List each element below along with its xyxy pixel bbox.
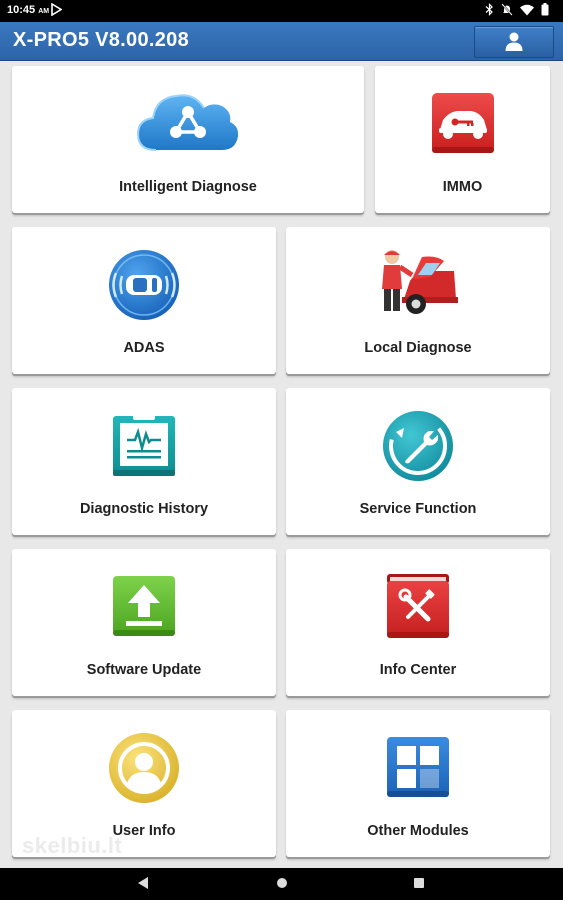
upload-icon xyxy=(112,575,176,642)
user-icon xyxy=(505,32,523,51)
tile-service-function[interactable]: Service Function xyxy=(286,388,550,535)
home-icon[interactable] xyxy=(276,876,288,895)
mechanic-car-icon xyxy=(378,249,458,322)
tile-info-center[interactable]: Info Center xyxy=(286,549,550,696)
wrench-refresh-icon xyxy=(382,410,454,487)
user-button[interactable] xyxy=(474,26,554,58)
tile-diagnostic-history[interactable]: Diagnostic History xyxy=(12,388,276,535)
tools-book-icon xyxy=(386,573,450,644)
tile-adas[interactable]: ADAS xyxy=(12,227,276,374)
tile-local-diagnose[interactable]: Local Diagnose xyxy=(286,227,550,374)
tile-software-update[interactable]: Software Update xyxy=(12,549,276,696)
tile-label: Local Diagnose xyxy=(364,340,472,356)
bluetooth-icon xyxy=(485,3,494,19)
grid-modules-icon xyxy=(386,736,450,803)
tile-label: IMMO xyxy=(442,179,483,195)
status-bar: 10:45 AM xyxy=(0,0,563,22)
wifi-icon xyxy=(520,4,534,19)
battery-icon xyxy=(541,3,549,19)
tile-label: Software Update xyxy=(86,662,202,678)
mute-icon xyxy=(501,3,513,19)
clipboard-waveform-icon xyxy=(111,412,177,483)
cloud-share-icon xyxy=(136,88,240,159)
status-time: 10:45 AM xyxy=(7,4,50,16)
tile-label: Intelligent Diagnose xyxy=(119,179,257,195)
tile-label: Diagnostic History xyxy=(79,501,209,517)
navigation-bar xyxy=(0,868,563,900)
user-circle-icon xyxy=(108,732,180,809)
play-store-icon xyxy=(50,2,63,19)
car-key-icon xyxy=(431,92,495,159)
car-radar-icon xyxy=(108,249,180,326)
tile-other-modules[interactable]: Other Modules xyxy=(286,710,550,857)
tile-intelligent-diagnose[interactable]: Intelligent Diagnose xyxy=(12,66,364,213)
tile-label: Info Center xyxy=(379,662,457,678)
back-icon[interactable] xyxy=(137,876,149,895)
tile-immo[interactable]: IMMO xyxy=(375,66,550,213)
recents-icon[interactable] xyxy=(413,876,425,895)
tile-label: ADAS xyxy=(123,340,165,356)
tile-label: Service Function xyxy=(359,501,477,517)
app-title: X-PRO5 V8.00.208 xyxy=(13,29,190,51)
tile-label: Other Modules xyxy=(367,823,469,839)
app-bar: X-PRO5 V8.00.208 xyxy=(0,22,563,61)
watermark: skelbiu.lt xyxy=(22,833,123,858)
